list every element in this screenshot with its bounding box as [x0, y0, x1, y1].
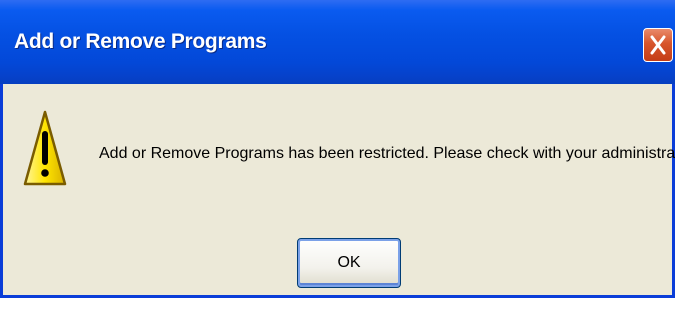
- ok-button-label: OK: [337, 254, 361, 271]
- title-bar[interactable]: Add or Remove Programs: [0, 0, 675, 84]
- dialog-title: Add or Remove Programs: [14, 30, 267, 53]
- close-button[interactable]: [643, 28, 673, 62]
- ok-button[interactable]: OK: [297, 238, 401, 288]
- dialog-message: Add or Remove Programs has been restrict…: [99, 145, 675, 162]
- close-icon: [650, 35, 666, 55]
- dialog-window: Add or Remove Programs Add or Remove Pro…: [0, 0, 675, 298]
- warning-icon: [23, 110, 67, 186]
